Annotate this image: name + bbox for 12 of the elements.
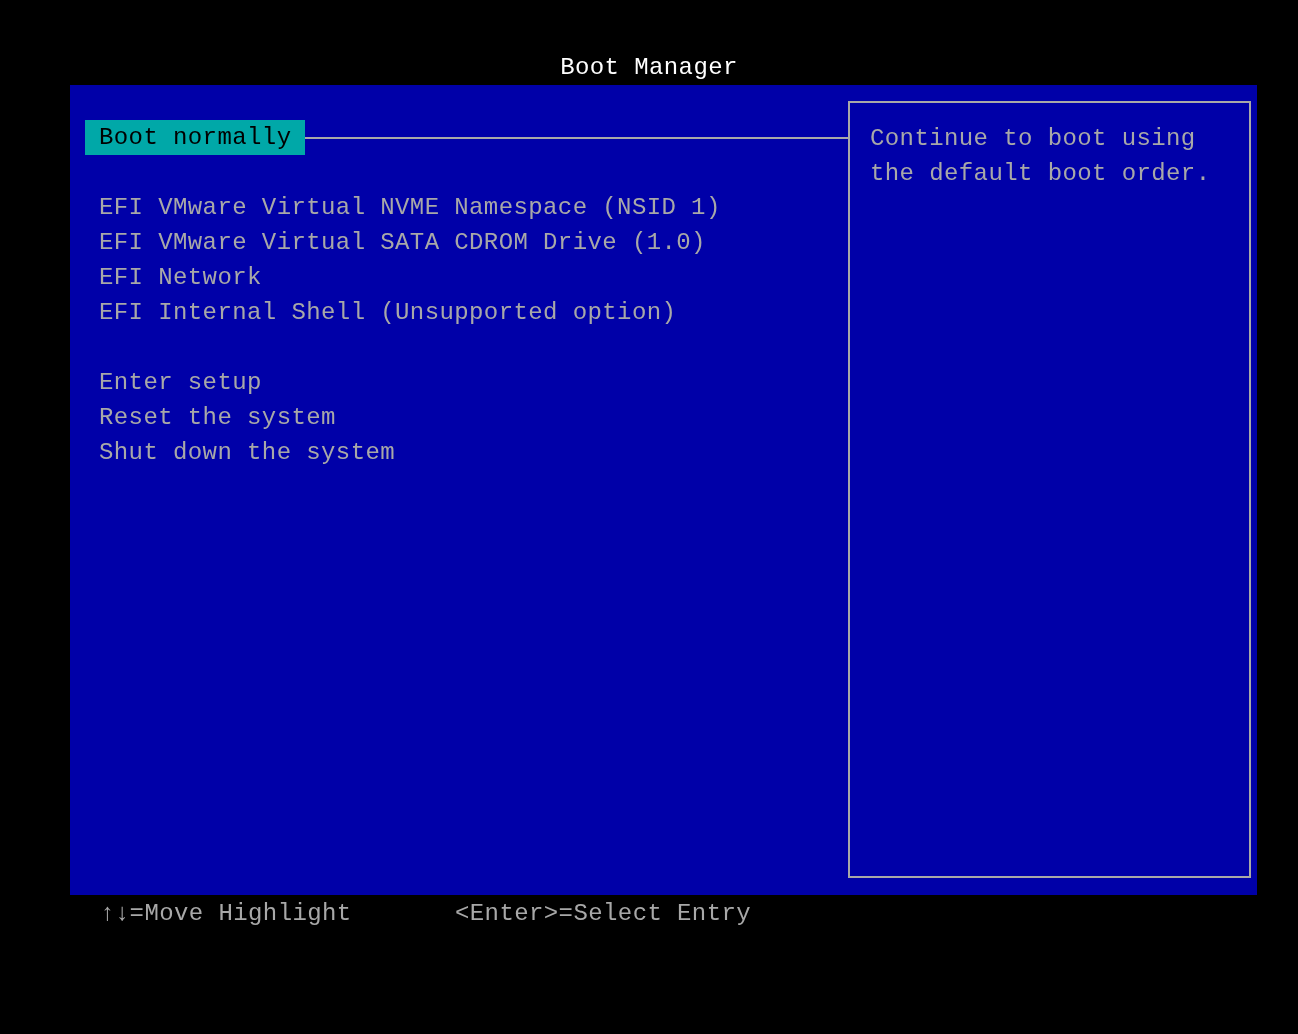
menu-item[interactable]: Enter setup xyxy=(85,365,276,400)
menu-item[interactable]: Reset the system xyxy=(85,400,350,435)
menu-item[interactable]: EFI Network xyxy=(85,260,276,295)
menu-item[interactable]: EFI Internal Shell (Unsupported option) xyxy=(85,295,691,330)
key-hint: <Enter>=Select Entry xyxy=(455,899,752,929)
menu-item[interactable]: Boot normally xyxy=(85,120,306,155)
menu-item[interactable]: EFI VMware Virtual SATA CDROM Drive (1.0) xyxy=(85,225,720,260)
window-title: Boot Manager xyxy=(559,53,739,83)
menu-item[interactable]: Shut down the system xyxy=(85,435,410,470)
menu-item[interactable]: EFI VMware Virtual NVME Namespace (NSID 1) xyxy=(85,190,735,225)
key-hint: ↑↓=Move Highlight xyxy=(100,899,353,929)
help-text: Continue to boot using the default boot order. xyxy=(870,124,1212,189)
